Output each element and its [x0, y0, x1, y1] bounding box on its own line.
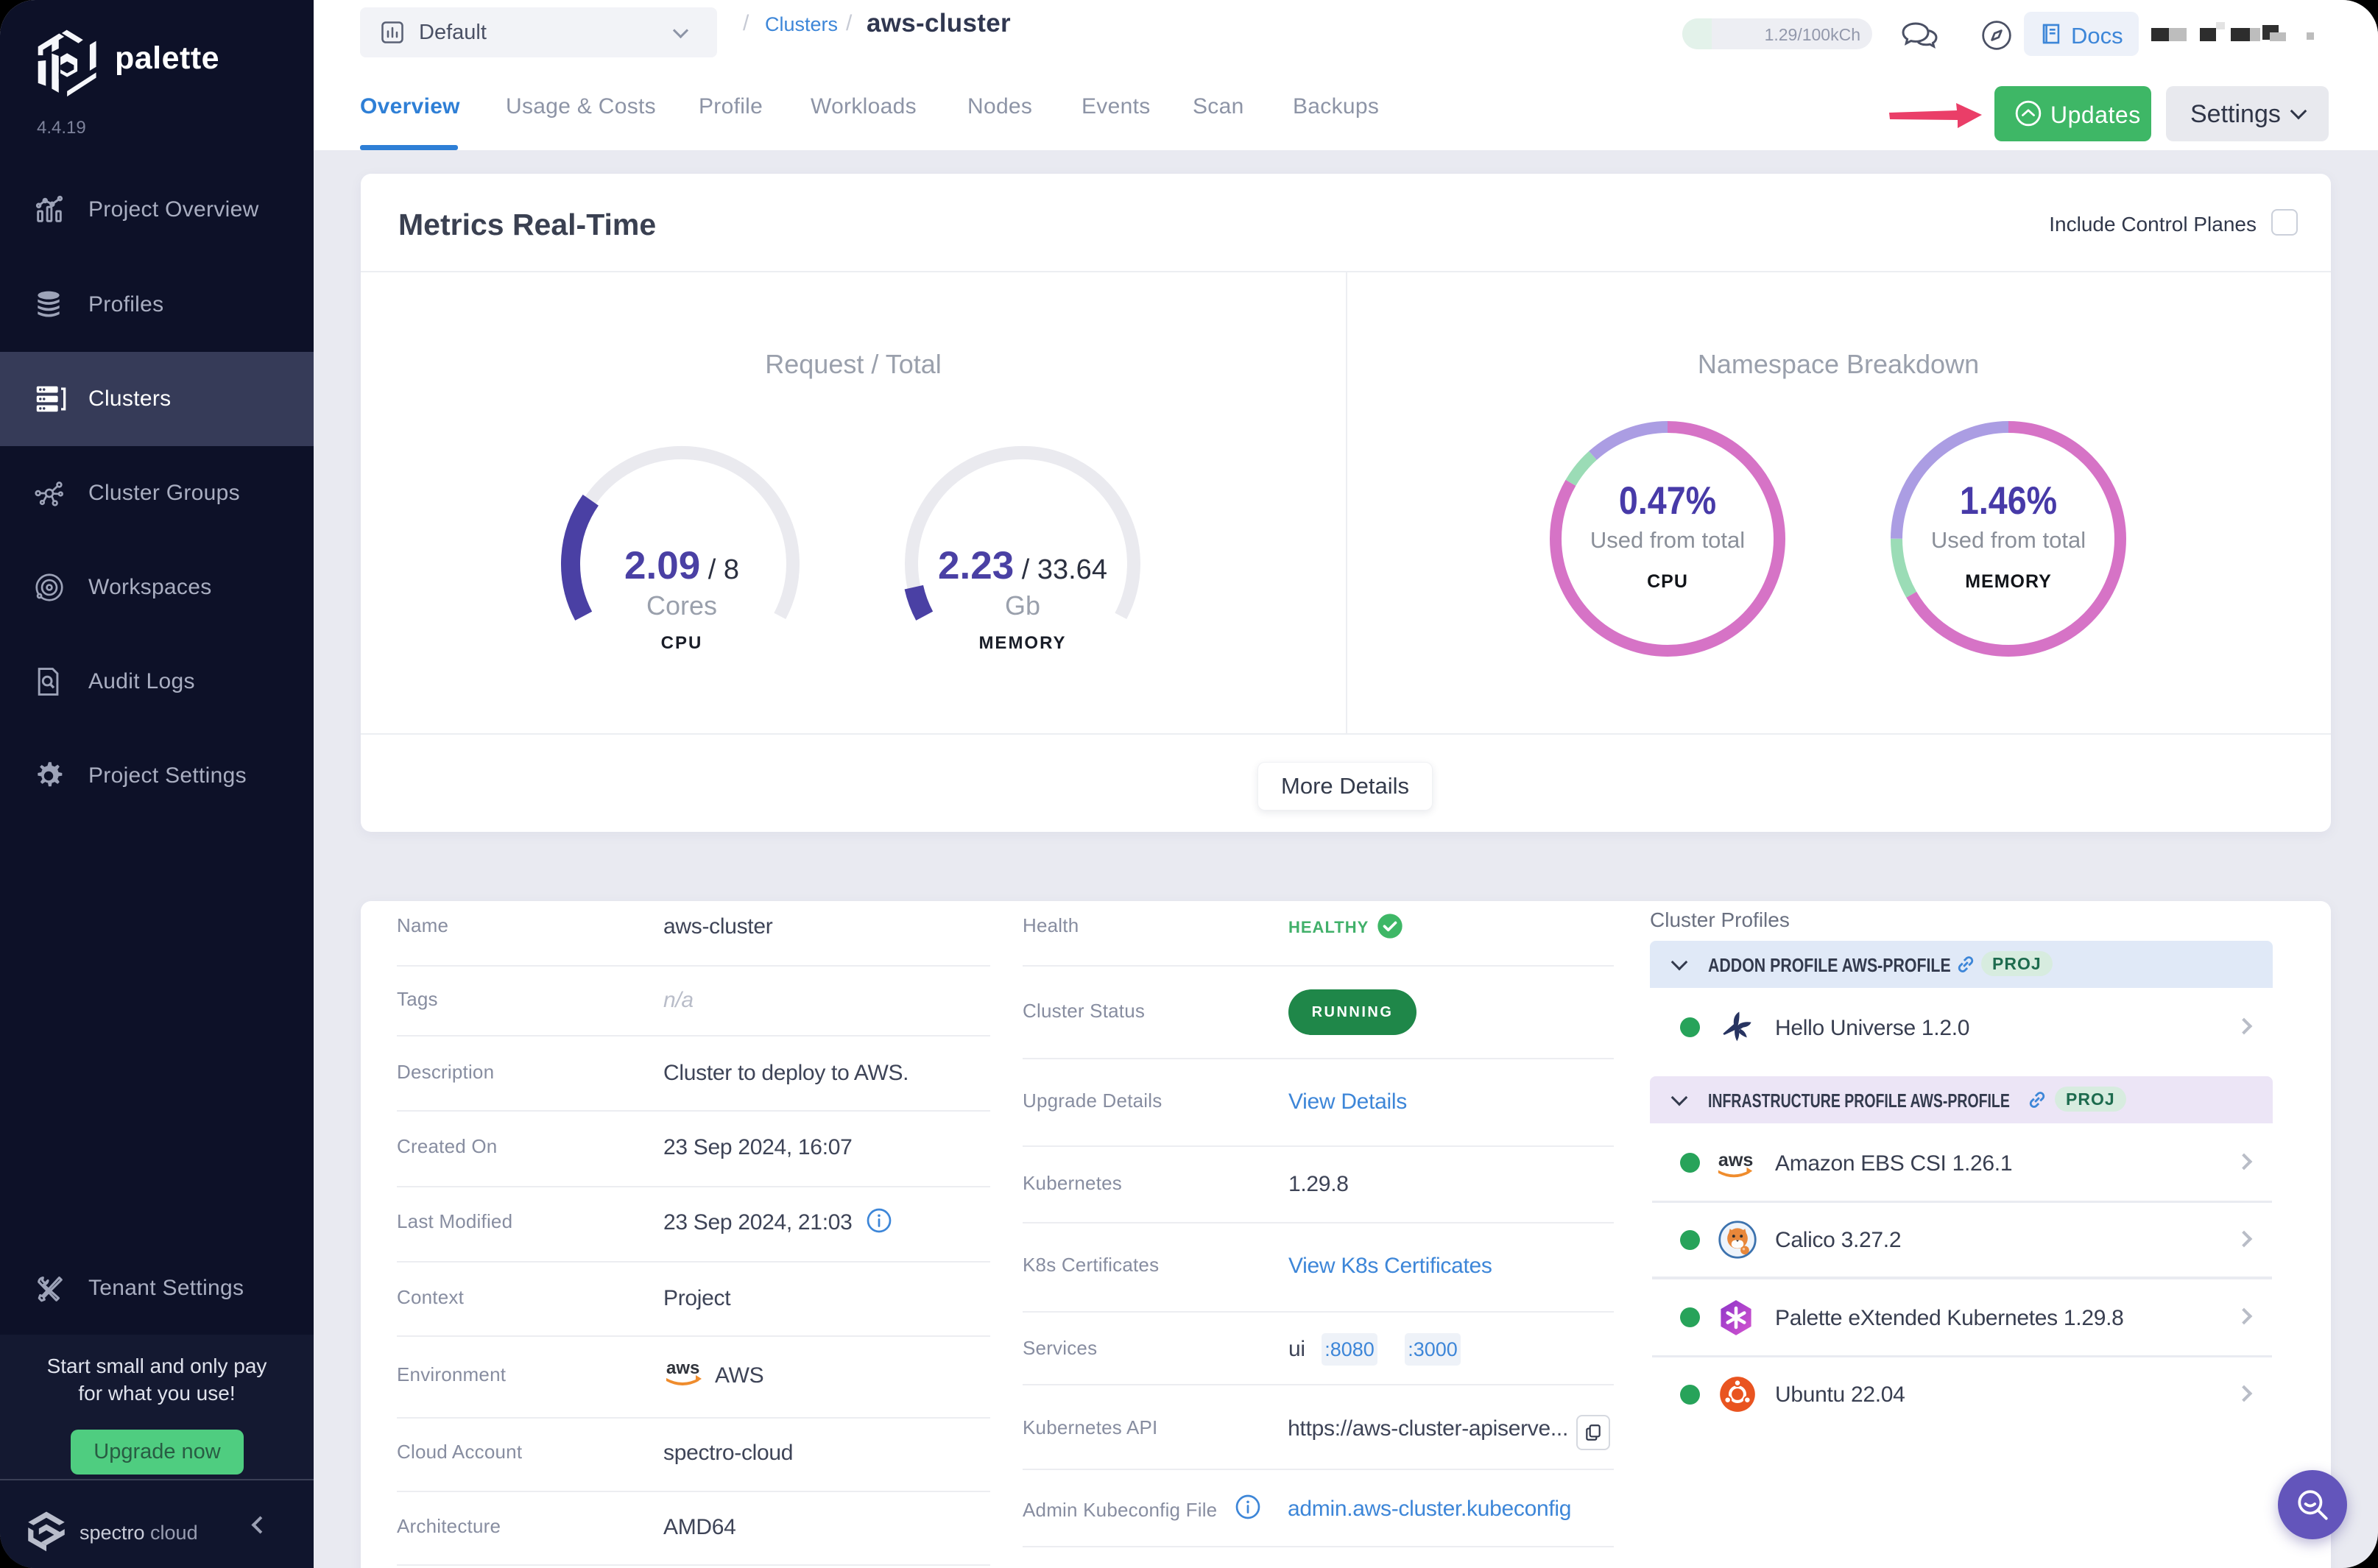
- svg-text:aws: aws: [1718, 1150, 1753, 1170]
- svg-text:aws: aws: [666, 1358, 699, 1378]
